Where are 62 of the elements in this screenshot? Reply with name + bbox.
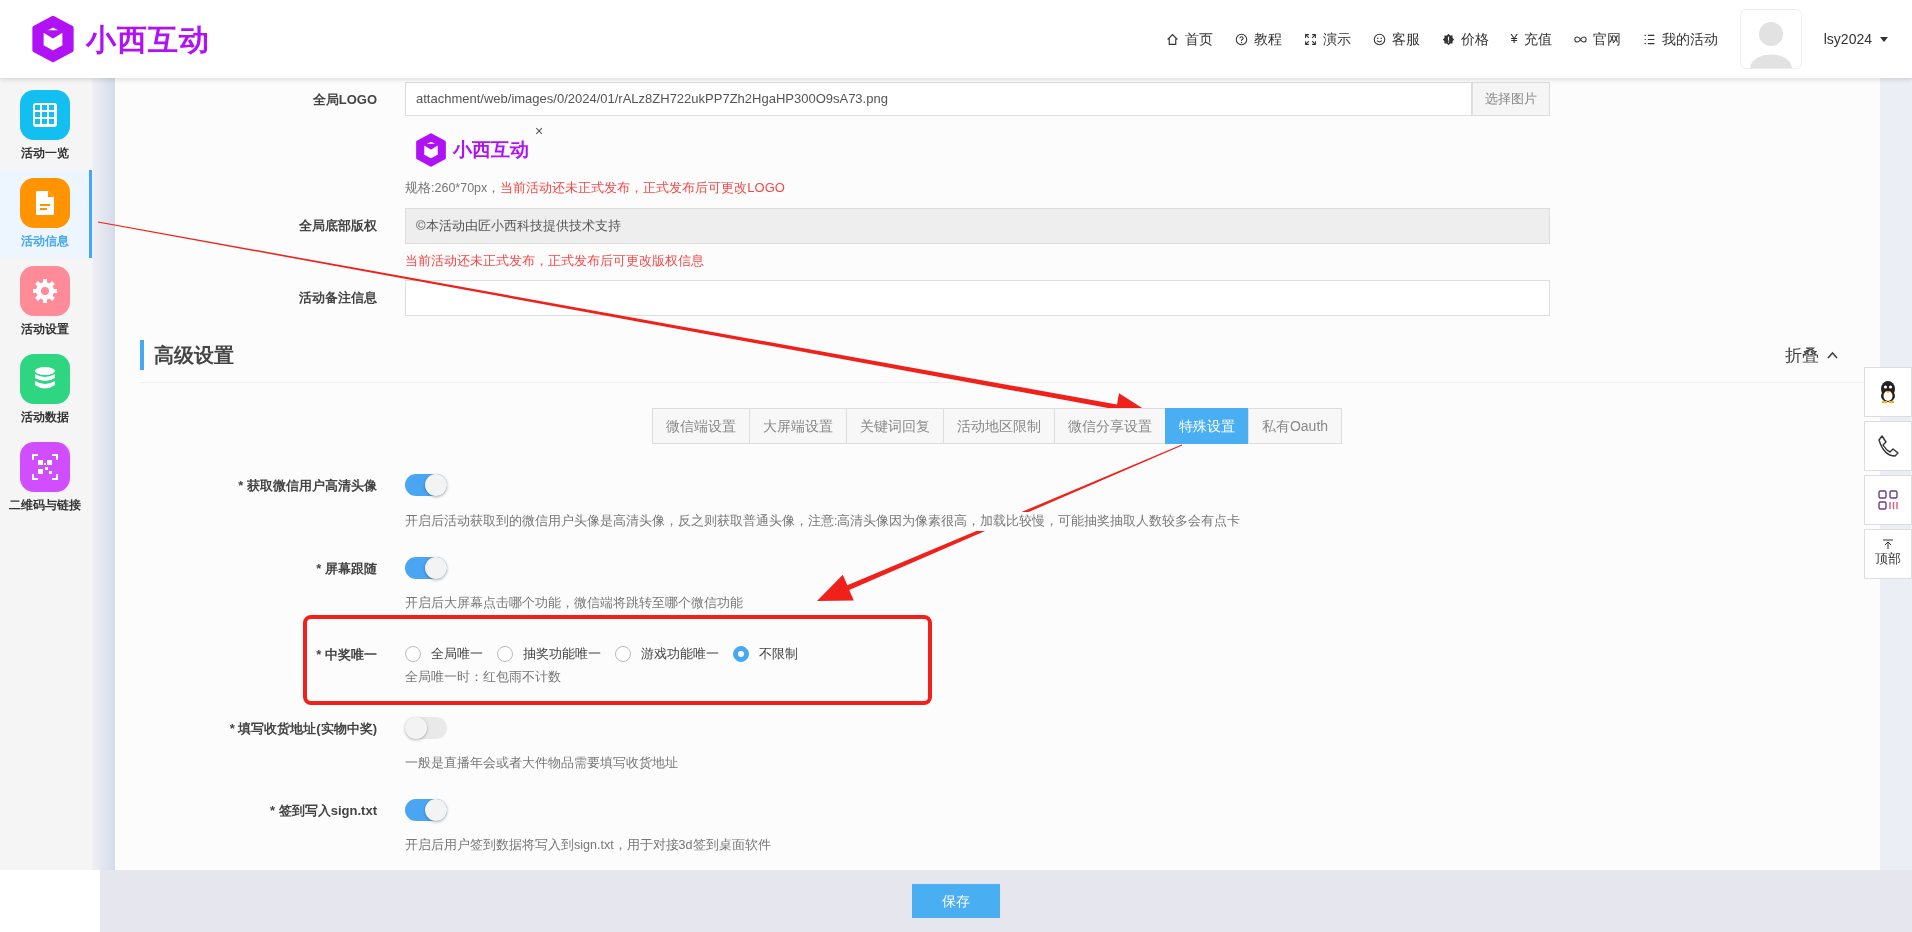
yen-icon: ¥ bbox=[1510, 29, 1518, 49]
setting-hint: 开启后用户签到数据将写入到sign.txt，用于对接3d签到桌面软件 bbox=[405, 836, 771, 855]
radio-option[interactable]: 不限制 bbox=[733, 644, 798, 664]
toggle-switch[interactable] bbox=[405, 716, 447, 739]
radio-option[interactable]: 抽奖功能唯一 bbox=[497, 644, 601, 664]
caret-icon bbox=[1880, 36, 1888, 42]
text-field[interactable] bbox=[405, 280, 1550, 317]
field-label: 活动备注信息 bbox=[298, 289, 378, 308]
sidebar-item[interactable]: 活动设置 bbox=[0, 258, 92, 346]
setting-hint: 全局唯一时：红包雨不计数 bbox=[405, 668, 562, 686]
sidebar-item[interactable]: 活动数据 bbox=[0, 346, 92, 434]
collapse-link[interactable]: 折叠 bbox=[1785, 342, 1838, 368]
setting-label: * 签到写入sign.txt bbox=[269, 801, 378, 820]
nav-link[interactable]: 客服 bbox=[1372, 28, 1420, 50]
cube-logo-icon bbox=[413, 132, 449, 168]
home-icon bbox=[1165, 32, 1179, 46]
side-tool-button[interactable] bbox=[1864, 421, 1912, 471]
fullscreen-icon bbox=[1303, 32, 1317, 46]
warning-text: 当前活动还未正式发布，正式发布后可更改LOGO bbox=[500, 180, 785, 195]
back-to-top-button[interactable]: 顶部 bbox=[1864, 529, 1912, 579]
nav-link[interactable]: 演示 bbox=[1303, 28, 1351, 50]
logo-preview-text: 小西互动 bbox=[453, 137, 529, 162]
badge-icon bbox=[1441, 32, 1455, 46]
size-hint: 规格:260*70px， bbox=[405, 181, 501, 195]
image-path-field[interactable]: attachment/web/images/0/2024/01/rALz8ZH722ukPP7Zh2HgaHP300O9sA73.png bbox=[405, 82, 1472, 116]
logo-text: 小西互动 bbox=[86, 21, 210, 58]
radio-option[interactable]: 全局唯一 bbox=[405, 644, 483, 664]
apps-icon bbox=[1877, 489, 1899, 511]
nav-link[interactable]: 教程 bbox=[1234, 28, 1282, 50]
setting-label: * 中奖唯一 bbox=[315, 645, 378, 664]
sidebar-item[interactable]: 二维码与链接 bbox=[0, 434, 92, 522]
radio-option[interactable]: 游戏功能唯一 bbox=[615, 644, 719, 664]
field-label: 全局LOGO bbox=[311, 91, 378, 109]
smiley-icon bbox=[1372, 32, 1386, 46]
toggle-switch[interactable] bbox=[405, 556, 447, 579]
settings-tab[interactable]: 活动地区限制 bbox=[942, 408, 1055, 445]
setting-hint: 开启后大屏幕点击哪个功能，微信端将跳转至哪个微信功能 bbox=[405, 594, 743, 613]
section-title: 高级设置 bbox=[140, 340, 234, 371]
chevron-up-icon bbox=[1827, 351, 1838, 360]
toggle-switch[interactable] bbox=[405, 798, 447, 821]
nav-link[interactable]: 官网 bbox=[1573, 28, 1621, 50]
setting-hint: 一般是直播年会或者大件物品需要填写收货地址 bbox=[405, 754, 678, 773]
warning-text: 当前活动还未正式发布，正式发布后可更改版权信息 bbox=[405, 251, 705, 270]
help-icon bbox=[1234, 32, 1248, 46]
toggle-switch[interactable] bbox=[405, 474, 447, 497]
phone-icon bbox=[1876, 434, 1900, 458]
list-icon bbox=[1642, 32, 1656, 46]
arrow-up-icon bbox=[1883, 539, 1893, 550]
setting-label: * 屏幕跟随 bbox=[315, 559, 378, 578]
setting-label: * 填写收货地址(实物中奖) bbox=[228, 719, 378, 738]
nav-link[interactable]: 价格 bbox=[1441, 28, 1489, 50]
nav-link[interactable]: 我的活动 bbox=[1642, 28, 1718, 50]
nav-link[interactable]: 首页 bbox=[1165, 28, 1213, 50]
settings-tab[interactable]: 关键词回复 bbox=[845, 408, 944, 445]
user-menu[interactable]: lsy2024 bbox=[1823, 28, 1888, 50]
setting-label: * 获取微信用户高清头像 bbox=[237, 477, 378, 496]
remove-image-icon[interactable]: × bbox=[535, 124, 544, 138]
field-label: 全局底部版权 bbox=[298, 216, 378, 235]
sidebar-item[interactable]: 活动一览 bbox=[0, 82, 92, 170]
setting-hint: 开启后活动获取到的微信用户头像是高清头像，反之则获取普通头像，注意:高清头像因为像素很高，加载比较慢，可能抽奖抽取人数较多会有点卡 bbox=[405, 511, 1241, 531]
side-tool-button[interactable] bbox=[1864, 367, 1912, 417]
nav-link[interactable]: ¥ 充值 bbox=[1510, 28, 1552, 50]
